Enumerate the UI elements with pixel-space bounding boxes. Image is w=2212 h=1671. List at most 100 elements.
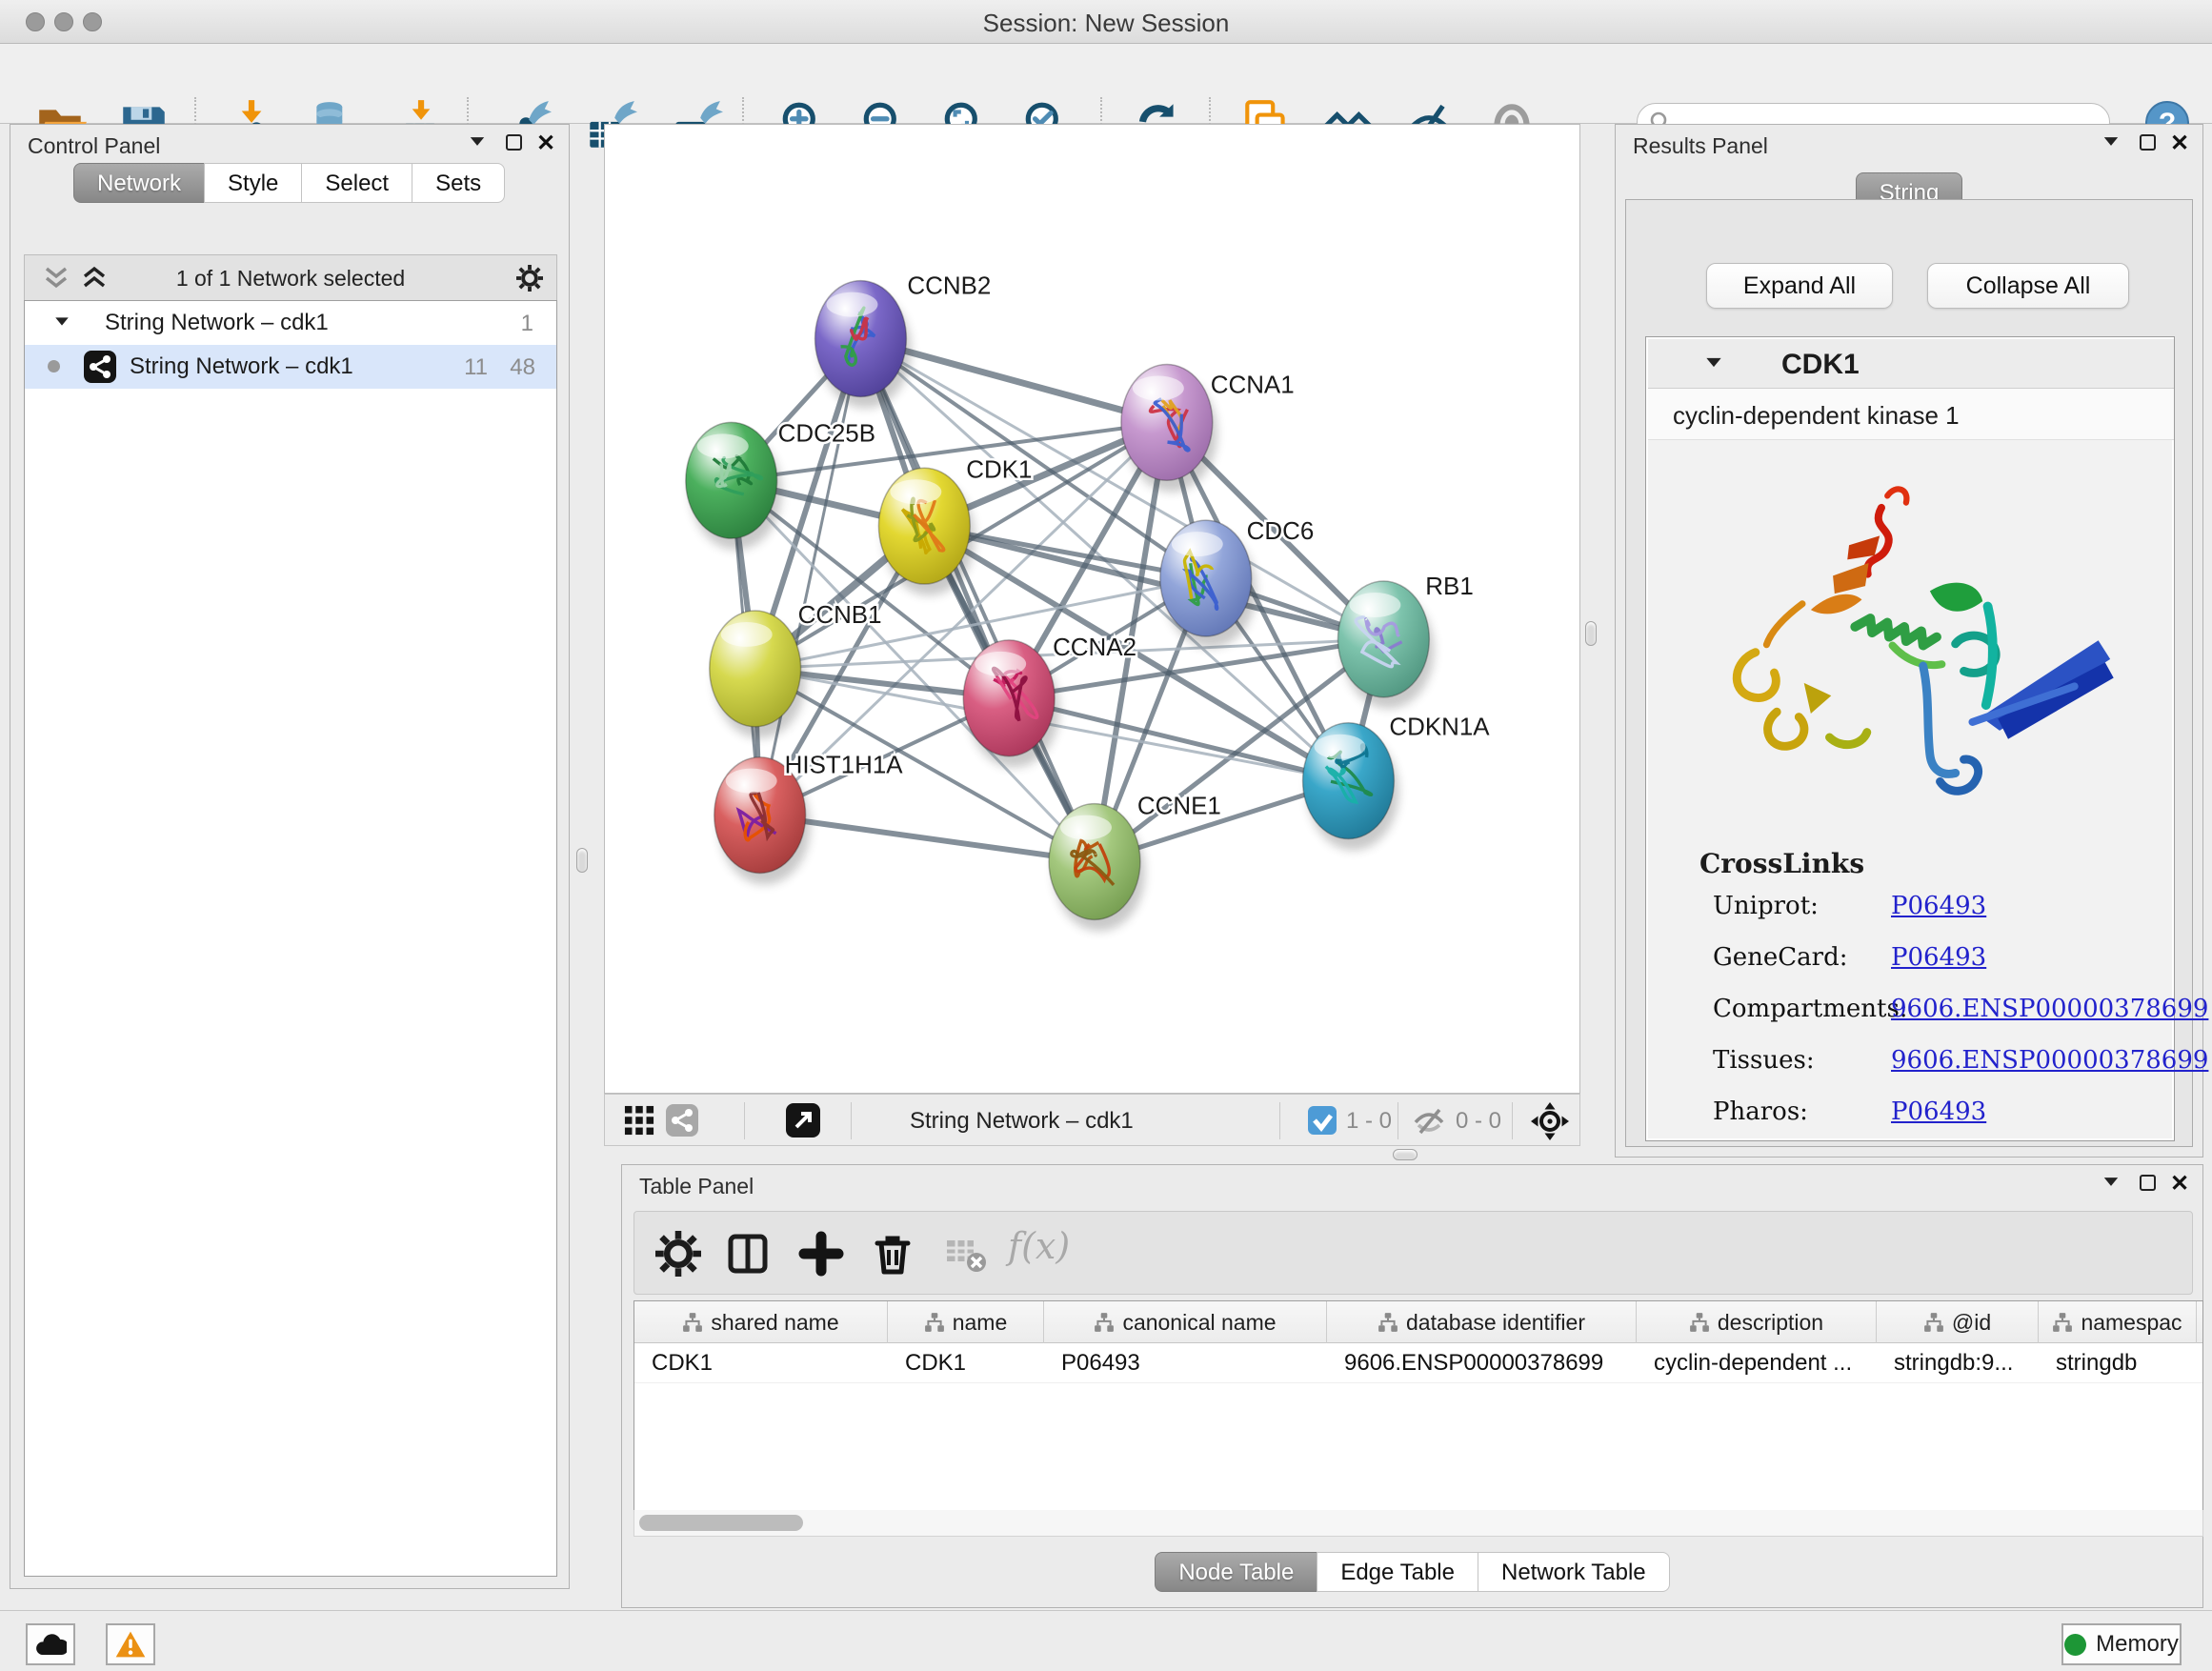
table-cell[interactable]: stringdb (2039, 1343, 2197, 1383)
column-header-database-identifier[interactable]: database identifier (1327, 1301, 1637, 1343)
crosslinks-title: CrossLinks (1699, 848, 1864, 879)
gear-icon[interactable] (516, 265, 543, 292)
node-gloss (975, 652, 1026, 676)
tab-network[interactable]: Network (73, 163, 205, 203)
collapse-section-icon[interactable] (1706, 358, 1720, 367)
table-cell[interactable]: CDK1 (888, 1343, 1044, 1383)
network-list: String Network – cdk1 1 String Network –… (24, 300, 557, 1577)
table-cell[interactable]: 9606.ENSP00000378699 (1327, 1343, 1637, 1383)
network-label: String Network – cdk1 (130, 353, 353, 380)
float-panel-icon[interactable] (2136, 134, 2159, 155)
control-panel: Control Panel ✕ NetworkStyleSelectSets 1… (10, 124, 570, 1589)
crosslink-value-link[interactable]: P06493 (1891, 943, 1986, 972)
crosslink-value-link[interactable]: 9606.ENSP00000378699 (1891, 995, 2208, 1023)
node-label-CDC6: CDC6 (1247, 518, 1315, 545)
node-label-CCNA1: CCNA1 (1211, 372, 1295, 398)
column-header-shared-name[interactable]: shared name (634, 1301, 888, 1343)
table-cell[interactable]: P06493 (1044, 1343, 1327, 1383)
control-panel-title: Control Panel (28, 133, 160, 159)
memory-status-dot (2064, 1634, 2086, 1656)
edge-CCNB2-HIST1H1A[interactable] (760, 339, 861, 815)
memory-label: Memory (2096, 1631, 2179, 1658)
cloud-status-button[interactable] (26, 1623, 75, 1665)
tab-style[interactable]: Style (204, 163, 302, 203)
table-cell[interactable]: stringdb:9... (1877, 1343, 2039, 1383)
hidden-count-label: 0 - 0 (1456, 1108, 1501, 1135)
edge-CCNB2-CCNE1[interactable] (860, 339, 1095, 862)
selected-count-label: 1 - 0 (1346, 1108, 1392, 1135)
node-label-RB1: RB1 (1425, 574, 1473, 600)
crosslink-label: Pharos: (1713, 1097, 1808, 1126)
table-settings-gear-icon[interactable] (655, 1231, 701, 1277)
close-panel-icon[interactable]: ✕ (534, 134, 557, 155)
birdseye-grid-icon[interactable] (624, 1105, 654, 1136)
result-node-name: CDK1 (1781, 349, 1860, 381)
table-horizontal-scrollbar[interactable] (633, 1510, 2203, 1537)
selected-checkbox-icon[interactable] (1308, 1106, 1337, 1135)
minimize-panel-icon[interactable] (2100, 1175, 2122, 1196)
selection-status: 1 of 1 Network selected (25, 266, 556, 292)
network-view-canvas[interactable]: CCNB2CCNA1CDC25BCDK1CDC6RB1CCNB1CCNA2CDK… (604, 124, 1580, 1094)
node-gloss (1349, 593, 1400, 617)
show-columns-icon[interactable] (725, 1231, 771, 1277)
expand-all-button[interactable]: Expand All (1706, 263, 1893, 309)
create-column-plus-icon[interactable] (798, 1231, 844, 1277)
crosslink-row: Pharos: P06493 (1646, 1097, 2174, 1149)
node-label-CDK1: CDK1 (966, 456, 1032, 483)
float-panel-icon[interactable] (2136, 1175, 2159, 1196)
network-view-toolbar: String Network – cdk1 1 - 0 0 - 0 (604, 1094, 1580, 1146)
minimize-panel-icon[interactable] (2100, 134, 2122, 155)
memory-button[interactable]: Memory (2061, 1623, 2182, 1665)
tab-edge-table[interactable]: Edge Table (1317, 1552, 1478, 1592)
node-label-CDKN1A: CDKN1A (1389, 715, 1490, 741)
crosslink-row: GeneCard:P06493 (1646, 943, 2174, 995)
table-cell[interactable]: CDK1 (634, 1343, 888, 1383)
node-label-HIST1H1A: HIST1H1A (785, 753, 904, 779)
column-header-name[interactable]: name (888, 1301, 1044, 1343)
table-cell[interactable]: cyclin-dependent ... (1637, 1343, 1877, 1383)
column-header-namespac[interactable]: namespac (2039, 1301, 2197, 1343)
table-row[interactable]: CDK1CDK1P064939606.ENSP00000378699cyclin… (634, 1343, 2202, 1383)
right-splitter-grip[interactable] (1585, 621, 1597, 646)
collection-expand-icon[interactable] (55, 317, 69, 325)
network-collection-row[interactable]: String Network – cdk1 1 (25, 301, 556, 345)
scrollbar-thumb[interactable] (639, 1515, 803, 1531)
tab-sets[interactable]: Sets (412, 163, 505, 203)
fit-selected-crosshair-icon[interactable] (1531, 1102, 1569, 1140)
column-header--id[interactable]: @id (1877, 1301, 2039, 1343)
delete-table-icon-disabled (943, 1231, 989, 1277)
crosslink-value-link[interactable]: 9606.ENSP00000378699 (1891, 1046, 2208, 1075)
node-result-header[interactable]: CDK1 (1648, 339, 2174, 389)
node-label-CCNB2: CCNB2 (907, 273, 991, 300)
crosslink-label: Tissues: (1713, 1046, 1815, 1075)
delete-column-trash-icon[interactable] (870, 1231, 915, 1277)
results-panel-title: Results Panel (1633, 133, 1768, 159)
warnings-button[interactable] (106, 1623, 155, 1665)
crosslink-label: Compartments: (1713, 995, 1908, 1023)
bottom-splitter-grip[interactable] (1393, 1149, 1418, 1160)
column-header-description[interactable]: description (1637, 1301, 1877, 1343)
node-gloss (1133, 375, 1184, 400)
edge-count: 48 (510, 354, 535, 381)
node-gloss (1315, 735, 1366, 759)
crosslink-value-link[interactable]: P06493 (1891, 892, 1986, 920)
network-row[interactable]: String Network – cdk1 11 48 (25, 345, 556, 389)
tab-select[interactable]: Select (301, 163, 412, 203)
table-panel-title: Table Panel (639, 1174, 754, 1199)
share-network-icon[interactable] (666, 1104, 698, 1137)
column-header-canonical-name[interactable]: canonical name (1044, 1301, 1327, 1343)
crosslink-value-link[interactable]: P06493 (1891, 1097, 1986, 1126)
window-titlebar: Session: New Session (0, 0, 2212, 44)
table-type-tabs: Node TableEdge TableNetwork Table (622, 1552, 2202, 1592)
node-count: 11 (464, 354, 488, 381)
tab-network-table[interactable]: Network Table (1478, 1552, 1670, 1592)
collapse-all-button[interactable]: Collapse All (1927, 263, 2129, 309)
left-splitter-grip[interactable] (576, 848, 588, 873)
close-panel-icon[interactable]: ✕ (2168, 1175, 2191, 1196)
float-panel-icon[interactable] (502, 134, 525, 155)
control-panel-tabs: NetworkStyleSelectSets (73, 163, 505, 203)
open-in-new-window-icon[interactable] (786, 1103, 820, 1137)
minimize-panel-icon[interactable] (466, 134, 489, 155)
close-panel-icon[interactable]: ✕ (2168, 134, 2191, 155)
tab-node-table[interactable]: Node Table (1155, 1552, 1317, 1592)
